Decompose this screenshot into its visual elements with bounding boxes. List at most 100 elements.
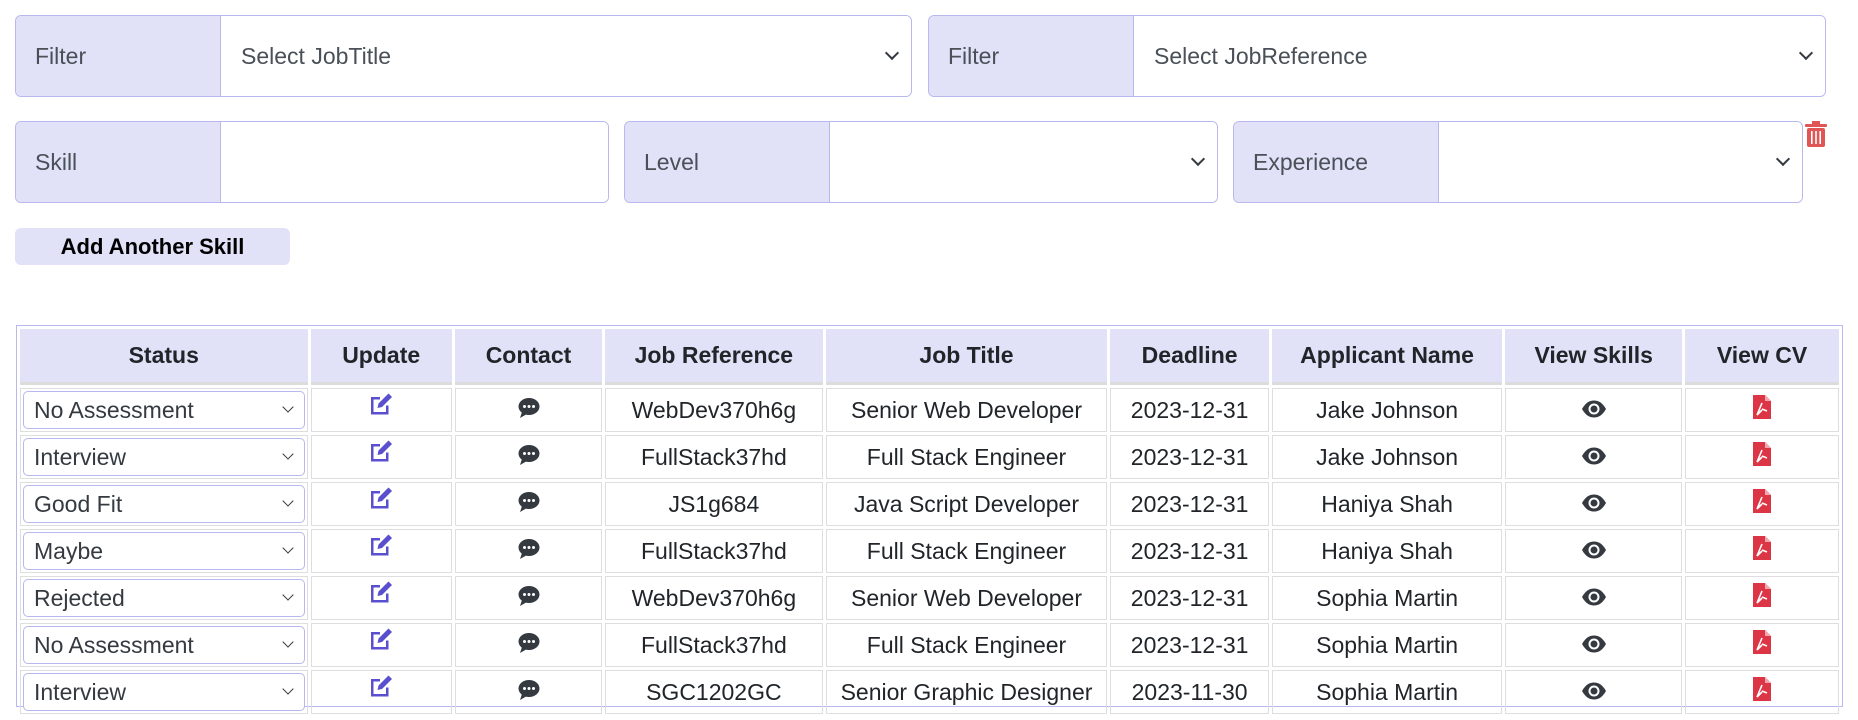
update-cell (310, 670, 452, 714)
view-skills-cell (1505, 670, 1683, 714)
chevron-down-icon (1775, 151, 1791, 167)
chevron-down-icon (884, 45, 900, 61)
status-value: No Assessment (34, 631, 194, 658)
applicant-name-cell: Sophia Martin (1271, 623, 1503, 667)
eye-icon[interactable] (1581, 679, 1607, 706)
status-value: Interview (34, 678, 127, 705)
eye-icon[interactable] (1581, 397, 1607, 424)
table-row: Maybe FullStack37hd Full Stack Engineer … (20, 529, 1839, 573)
job-reference-cell: JS1g684 (605, 482, 823, 526)
table-row: Interview FullStack37hd Full Stack Engin… (20, 435, 1839, 479)
eye-icon[interactable] (1581, 632, 1607, 659)
header-update: Update (310, 329, 452, 385)
eye-icon[interactable] (1581, 491, 1607, 518)
chat-icon[interactable] (518, 491, 540, 518)
job-reference-select[interactable]: Select JobReference (1134, 16, 1825, 96)
status-value: Good Fit (34, 490, 123, 517)
job-reference-cell: FullStack37hd (605, 529, 823, 573)
table-header-row: Status Update Contact Job Reference Job … (20, 329, 1839, 385)
chat-icon[interactable] (518, 538, 540, 565)
edit-icon[interactable] (369, 534, 393, 562)
view-cv-cell (1685, 435, 1839, 479)
job-title-cell: Senior Web Developer (825, 576, 1108, 620)
header-job-reference: Job Reference (605, 329, 823, 385)
edit-icon[interactable] (369, 628, 393, 656)
pdf-icon[interactable] (1753, 677, 1772, 707)
status-select[interactable]: Maybe (23, 532, 305, 570)
chat-icon[interactable] (518, 585, 540, 612)
edit-icon[interactable] (369, 393, 393, 421)
chat-icon[interactable] (518, 679, 540, 706)
pdf-icon[interactable] (1753, 583, 1772, 613)
skill-input[interactable] (221, 122, 608, 202)
header-view-skills: View Skills (1505, 329, 1683, 385)
status-cell: Interview (20, 435, 308, 479)
header-job-title: Job Title (825, 329, 1108, 385)
level-select[interactable] (830, 122, 1217, 202)
eye-icon[interactable] (1581, 444, 1607, 471)
status-select[interactable]: No Assessment (23, 391, 305, 429)
job-reference-select-value: Select JobReference (1154, 42, 1368, 69)
pdf-icon[interactable] (1753, 489, 1772, 519)
table-row: Good Fit JS1g684 Java Script Developer 2… (20, 482, 1839, 526)
chevron-down-icon (281, 683, 294, 695)
status-value: Maybe (34, 537, 104, 564)
view-cv-cell (1685, 623, 1839, 667)
experience-group: Experience (1233, 121, 1803, 203)
status-select[interactable]: Rejected (23, 579, 305, 617)
level-group: Level (624, 121, 1218, 203)
eye-icon[interactable] (1581, 585, 1607, 612)
applicant-name-cell: Haniya Shah (1271, 482, 1503, 526)
edit-icon[interactable] (369, 675, 393, 703)
experience-select[interactable] (1439, 122, 1802, 202)
status-select[interactable]: Good Fit (23, 485, 305, 523)
edit-icon[interactable] (369, 581, 393, 609)
view-skills-cell (1505, 623, 1683, 667)
status-select[interactable]: No Assessment (23, 626, 305, 664)
update-cell (310, 623, 452, 667)
status-value: Interview (34, 443, 127, 470)
job-title-select-value: Select JobTitle (241, 42, 391, 69)
status-select[interactable]: Interview (23, 673, 305, 711)
view-skills-cell (1505, 529, 1683, 573)
table-row: Rejected WebDev370h6g Senior Web Develop… (20, 576, 1839, 620)
pdf-icon[interactable] (1753, 442, 1772, 472)
trash-icon[interactable] (1805, 121, 1827, 147)
chevron-down-icon (1190, 151, 1206, 167)
chat-icon[interactable] (518, 632, 540, 659)
edit-icon[interactable] (369, 487, 393, 515)
view-cv-cell (1685, 388, 1839, 432)
contact-cell (454, 435, 603, 479)
job-title-cell: Full Stack Engineer (825, 435, 1108, 479)
view-cv-cell (1685, 576, 1839, 620)
job-reference-cell: FullStack37hd (605, 435, 823, 479)
deadline-cell: 2023-12-31 (1110, 388, 1269, 432)
skill-group: Skill (15, 121, 609, 203)
pdf-icon[interactable] (1753, 536, 1772, 566)
view-cv-cell (1685, 482, 1839, 526)
chat-icon[interactable] (518, 397, 540, 424)
eye-icon[interactable] (1581, 538, 1607, 565)
update-cell (310, 576, 452, 620)
applicant-name-cell: Jake Johnson (1271, 435, 1503, 479)
view-skills-cell (1505, 482, 1683, 526)
chevron-down-icon (281, 589, 294, 601)
pdf-icon[interactable] (1753, 630, 1772, 660)
edit-icon[interactable] (369, 440, 393, 468)
add-another-skill-button[interactable]: Add Another Skill (15, 228, 290, 265)
chevron-down-icon (281, 495, 294, 507)
pdf-icon[interactable] (1753, 395, 1772, 425)
update-cell (310, 529, 452, 573)
deadline-cell: 2023-11-30 (1110, 670, 1269, 714)
job-title-select[interactable]: Select JobTitle (221, 16, 911, 96)
header-contact: Contact (454, 329, 603, 385)
applicant-name-cell: Sophia Martin (1271, 670, 1503, 714)
job-reference-filter-group: Filter Select JobReference (928, 15, 1826, 97)
view-skills-cell (1505, 388, 1683, 432)
job-title-cell: Senior Web Developer (825, 388, 1108, 432)
table-row: No Assessment (20, 623, 1839, 667)
contact-cell (454, 623, 603, 667)
chat-icon[interactable] (518, 444, 540, 471)
status-select[interactable]: Interview (23, 438, 305, 476)
view-cv-cell (1685, 670, 1839, 714)
